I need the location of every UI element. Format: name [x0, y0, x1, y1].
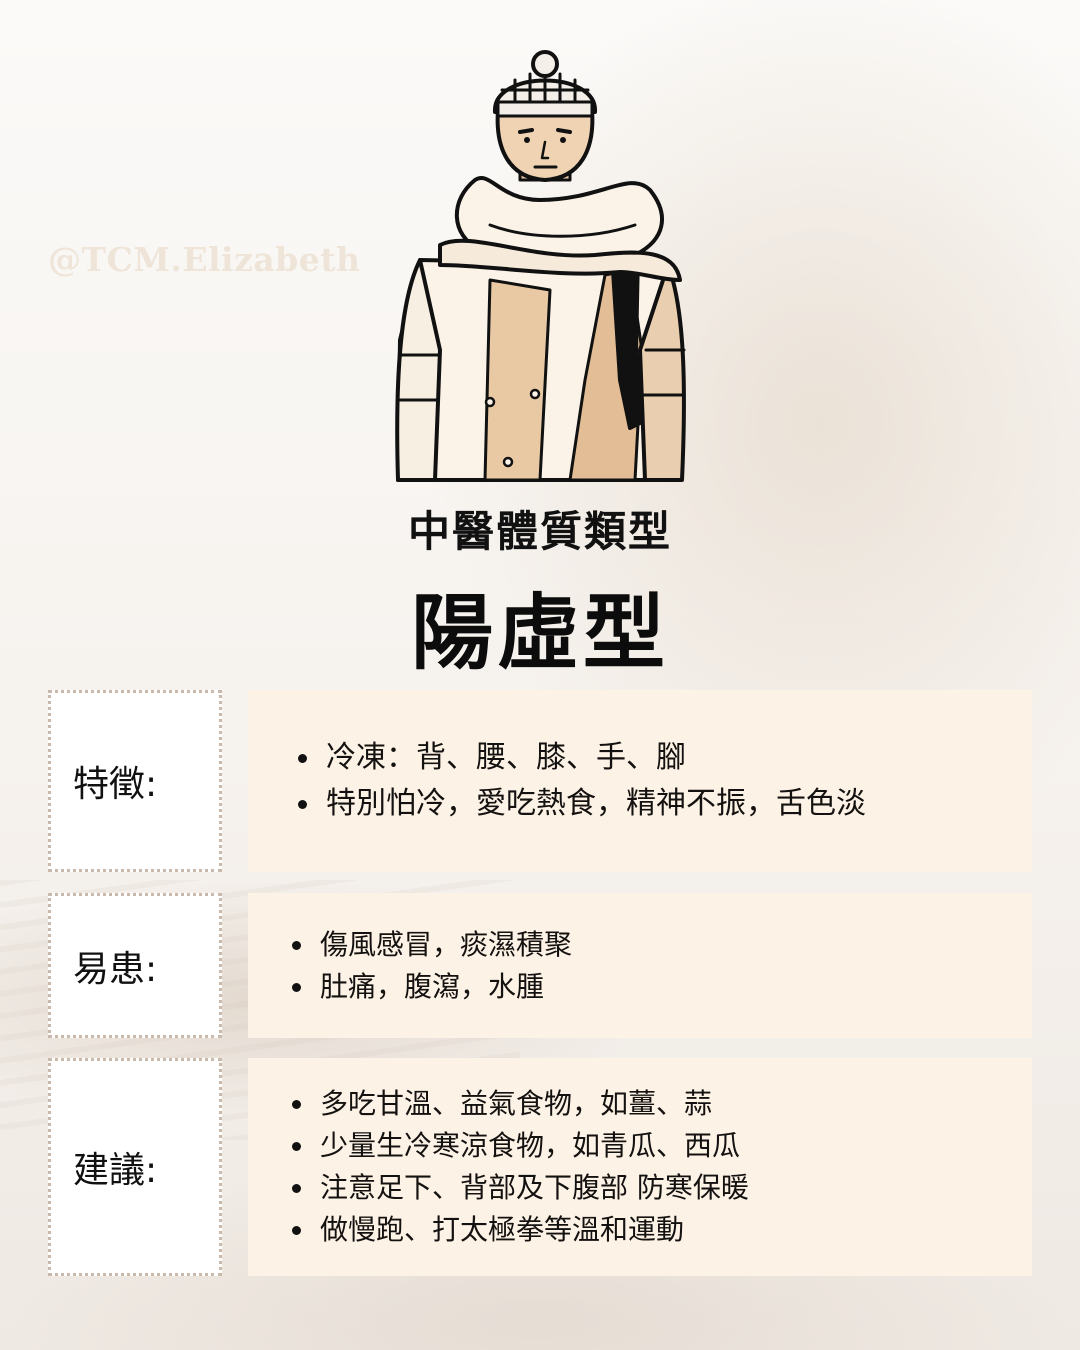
section-label: 易患: [48, 893, 222, 1038]
section-label: 特徵: [48, 690, 222, 872]
section-label: 建議: [48, 1058, 222, 1276]
list-item: 特別怕冷，愛吃熱食，精神不振，舌色淡 [296, 781, 1032, 827]
bullet-list: 多吃甘溫、益氣食物，如薑、蒜 少量生冷寒涼食物，如青瓜、西瓜 注意足下、背部及下… [290, 1083, 1032, 1251]
list-item: 做慢跑、打太極拳等溫和運動 [290, 1209, 1032, 1251]
list-item: 傷風感冒，痰濕積聚 [290, 924, 1032, 966]
section-characteristics: 特徵: 冷凍：背、腰、膝、手、腳 特別怕冷，愛吃熱食，精神不振，舌色淡 [48, 690, 1032, 872]
section-content: 冷凍：背、腰、膝、手、腳 特別怕冷，愛吃熱食，精神不振，舌色淡 [248, 690, 1032, 872]
bullet-list: 傷風感冒，痰濕積聚 肚痛，腹瀉，水腫 [290, 924, 1032, 1008]
page-heading: 中醫體質類型 [407, 507, 672, 556]
watermark-handle: @TCM.Elizabeth [48, 240, 361, 279]
list-item: 肚痛，腹瀉，水腫 [290, 966, 1032, 1008]
constitution-title: 陽虛型 [410, 586, 669, 681]
list-item: 少量生冷寒涼食物，如青瓜、西瓜 [290, 1125, 1032, 1167]
man-in-winter-coat-illustration [395, 50, 686, 482]
section-susceptible: 易患: 傷風感冒，痰濕積聚 肚痛，腹瀉，水腫 [48, 893, 1032, 1038]
bullet-list: 冷凍：背、腰、膝、手、腳 特別怕冷，愛吃熱食，精神不振，舌色淡 [296, 735, 1032, 827]
section-advice: 建議: 多吃甘溫、益氣食物，如薑、蒜 少量生冷寒涼食物，如青瓜、西瓜 注意足下、… [48, 1058, 1032, 1276]
list-item: 注意足下、背部及下腹部 防寒保暖 [290, 1167, 1032, 1209]
list-item: 冷凍：背、腰、膝、手、腳 [296, 735, 1032, 781]
section-content: 多吃甘溫、益氣食物，如薑、蒜 少量生冷寒涼食物，如青瓜、西瓜 注意足下、背部及下… [248, 1058, 1032, 1276]
section-content: 傷風感冒，痰濕積聚 肚痛，腹瀉，水腫 [248, 893, 1032, 1038]
list-item: 多吃甘溫、益氣食物，如薑、蒜 [290, 1083, 1032, 1125]
